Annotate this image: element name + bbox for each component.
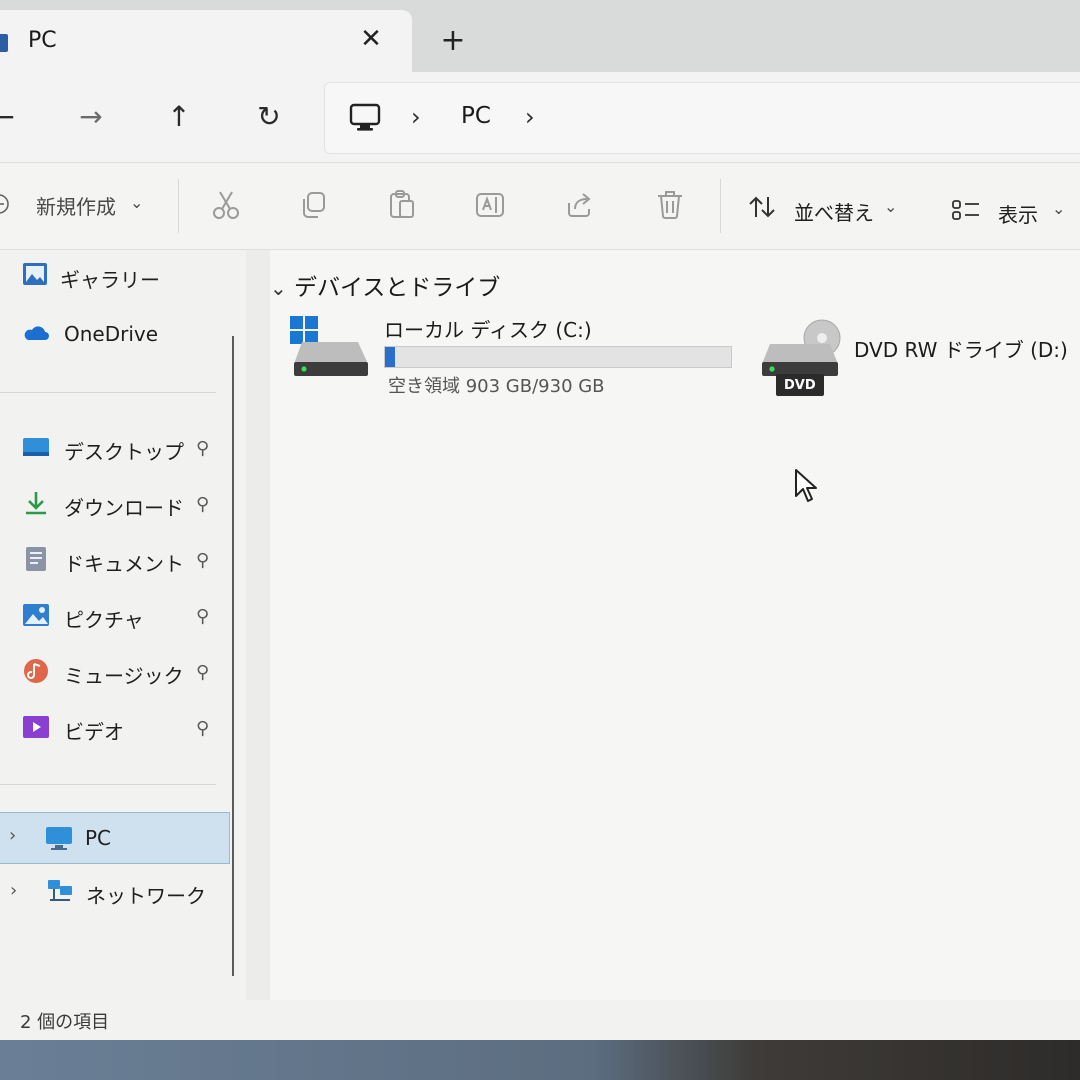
- plus-circle-icon: [0, 194, 9, 214]
- rename-icon[interactable]: [474, 189, 506, 221]
- pin-icon[interactable]: ⚲: [196, 438, 209, 459]
- mouse-cursor-icon: [795, 469, 817, 502]
- tab-pc[interactable]: PC ✕: [0, 10, 412, 72]
- pin-icon[interactable]: ⚲: [196, 662, 209, 683]
- download-icon: [26, 492, 46, 515]
- paste-icon[interactable]: [386, 189, 418, 221]
- network-icon: [48, 880, 72, 901]
- onedrive-icon: [24, 326, 49, 340]
- sidebar-item-downloads[interactable]: ダウンロード ⚲: [0, 480, 240, 526]
- sidebar-item-label: ミュージック: [64, 664, 184, 688]
- sidebar-item-music[interactable]: ミュージック ⚲: [0, 648, 240, 694]
- sidebar-item-label: ネットワーク: [86, 884, 206, 908]
- sidebar-item-label: ピクチャ: [64, 608, 144, 632]
- command-separator: [178, 179, 179, 233]
- pc-icon: [46, 827, 72, 850]
- music-icon: [24, 659, 48, 683]
- video-icon: [23, 716, 49, 738]
- sidebar-item-desktop[interactable]: デスクトップ ⚲: [0, 424, 240, 470]
- delete-icon[interactable]: [654, 189, 686, 221]
- pin-icon[interactable]: ⚲: [196, 494, 209, 515]
- new-label: 新規作成: [36, 195, 116, 219]
- sidebar-item-label: ビデオ: [64, 720, 124, 744]
- up-button[interactable]: ↑: [162, 100, 196, 134]
- forward-button[interactable]: →: [74, 100, 108, 134]
- desktop-icon: [23, 438, 49, 456]
- status-bar: 2 個の項目: [0, 1000, 1080, 1040]
- chevron-right-icon[interactable]: ›: [9, 825, 16, 846]
- sidebar-item-onedrive[interactable]: OneDrive: [0, 310, 240, 356]
- copy-icon[interactable]: [298, 189, 330, 221]
- drive-usage-fill: [385, 347, 396, 367]
- sort-button[interactable]: 並べ替え ⌄: [748, 163, 908, 249]
- drive-item-c[interactable]: ローカル ディスク (C:) 空き領域 903 GB/930 GB: [288, 314, 748, 404]
- drive-usage-bar: [384, 346, 732, 368]
- view-button[interactable]: 表示 ⌄: [952, 163, 1080, 249]
- pictures-icon: [23, 604, 49, 626]
- dvd-badge: DVD: [784, 378, 816, 393]
- new-button[interactable]: 新規作成 ⌄: [0, 163, 150, 249]
- view-list-icon: [952, 200, 979, 220]
- sidebar-item-pc[interactable]: › PC: [0, 812, 230, 864]
- sidebar-item-documents[interactable]: ドキュメント ⚲: [0, 536, 240, 582]
- drive-free-space: 空き領域 903 GB/930 GB: [388, 376, 605, 397]
- tab-title: PC: [28, 28, 57, 53]
- drive-item-d[interactable]: DVD DVD RW ドライブ (D:): [760, 318, 1080, 408]
- breadcrumb-separator: ›: [411, 103, 421, 131]
- sidebar-item-label: ドキュメント: [64, 552, 184, 576]
- content-pane: ⌄ デバイスとドライブ ローカル ディスク (C:) 空き領域 903 GB/93…: [270, 250, 1080, 1000]
- hard-drive-icon: [290, 316, 368, 376]
- share-icon[interactable]: [564, 189, 596, 221]
- sidebar-item-label: デスクトップ: [64, 440, 184, 464]
- chevron-down-icon: ⌄: [270, 276, 287, 300]
- pane-divider[interactable]: [246, 250, 270, 1000]
- desktop-background: [0, 1040, 1080, 1080]
- sidebar-divider: [0, 392, 216, 393]
- chevron-right-icon[interactable]: ›: [10, 880, 17, 901]
- chevron-down-icon: ⌄: [884, 197, 898, 216]
- item-count: 2 個の項目: [20, 1012, 110, 1033]
- sidebar-item-label: PC: [85, 826, 112, 850]
- chevron-down-icon: ⌄: [1052, 199, 1066, 218]
- breadcrumb-expand[interactable]: ›: [525, 103, 535, 131]
- sidebar-item-label: OneDrive: [64, 322, 159, 346]
- view-label: 表示: [998, 203, 1038, 227]
- navigation-bar: ← → ↑ ↻ › PC ›: [0, 72, 1080, 163]
- command-bar: 新規作成 ⌄ 並べ替え ⌄ 表示 ⌄: [0, 163, 1080, 250]
- documents-icon: [26, 547, 46, 571]
- tab-bar: PC ✕ +: [0, 0, 1080, 72]
- breadcrumb-pc[interactable]: PC: [461, 103, 491, 129]
- sort-icon: [749, 196, 775, 218]
- sidebar-item-label: ギャラリー: [60, 268, 160, 292]
- sidebar-scrollbar[interactable]: [232, 336, 234, 976]
- pin-icon[interactable]: ⚲: [196, 606, 209, 627]
- back-button[interactable]: ←: [0, 100, 20, 134]
- pc-tab-icon: [0, 34, 8, 52]
- pin-icon[interactable]: ⚲: [196, 718, 209, 739]
- file-explorer-window: PC ✕ + ← → ↑ ↻ › PC › 新規作成 ⌄ 並べ替え ⌄ 表示 ⌄…: [0, 0, 1080, 1040]
- sidebar-item-videos[interactable]: ビデオ ⚲: [0, 704, 240, 750]
- close-tab-button[interactable]: ✕: [356, 24, 386, 54]
- drive-name: DVD RW ドライブ (D:): [854, 338, 1068, 362]
- group-title: デバイスとドライブ: [294, 275, 501, 301]
- chevron-down-icon: ⌄: [130, 193, 144, 212]
- navigation-pane: ギャラリー OneDrive デスクトップ ⚲ ダウンロード ⚲ ドキュメント …: [0, 250, 246, 1000]
- new-tab-button[interactable]: +: [438, 26, 468, 56]
- monitor-icon: [349, 103, 381, 131]
- sidebar-divider: [0, 784, 216, 785]
- gallery-icon: [23, 263, 47, 285]
- group-header-devices[interactable]: ⌄ デバイスとドライブ: [270, 268, 500, 302]
- cut-icon[interactable]: [210, 189, 242, 221]
- sort-label: 並べ替え: [794, 201, 874, 225]
- refresh-button[interactable]: ↻: [252, 100, 286, 134]
- sidebar-item-pictures[interactable]: ピクチャ ⚲: [0, 592, 240, 638]
- sidebar-item-label: ダウンロード: [64, 496, 184, 520]
- address-bar[interactable]: › PC ›: [324, 82, 1080, 154]
- command-separator: [720, 179, 721, 233]
- sidebar-item-network[interactable]: › ネットワーク: [0, 868, 240, 914]
- drive-name: ローカル ディスク (C:): [384, 318, 592, 342]
- pin-icon[interactable]: ⚲: [196, 550, 209, 571]
- sidebar-item-gallery[interactable]: ギャラリー: [0, 252, 240, 298]
